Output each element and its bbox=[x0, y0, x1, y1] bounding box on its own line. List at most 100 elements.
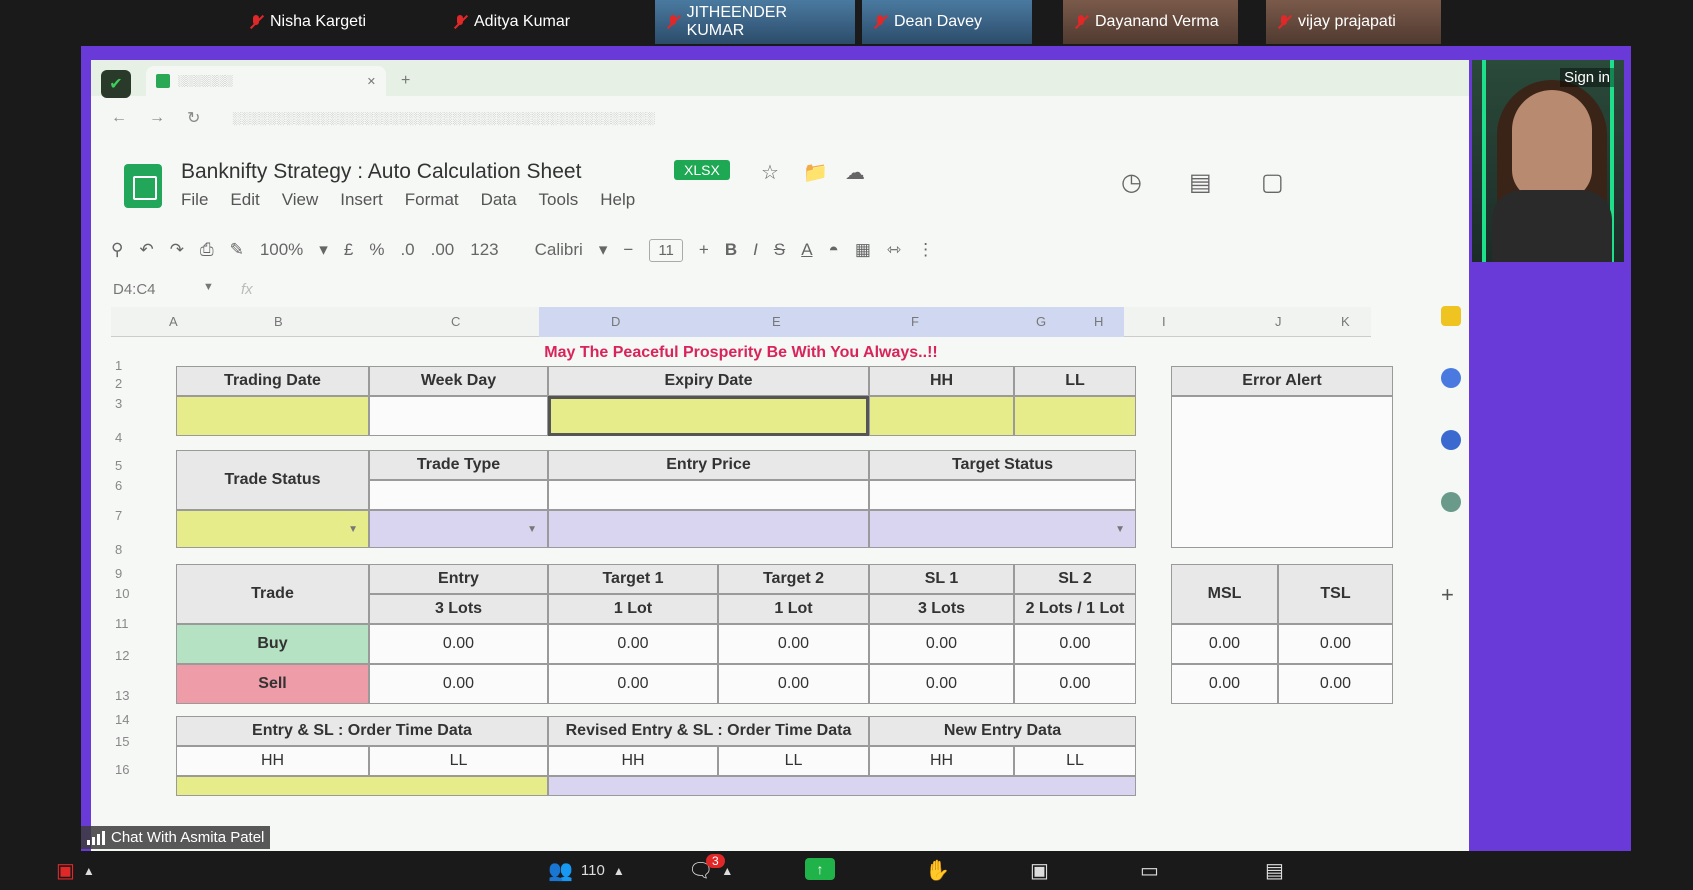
menu-file[interactable]: File bbox=[181, 190, 208, 210]
revised-input-row[interactable] bbox=[548, 776, 1136, 796]
presenter-video[interactable]: Sign in bbox=[1472, 60, 1624, 262]
buy-msl-value[interactable]: 0.00 bbox=[1171, 624, 1278, 664]
font-size-input[interactable]: 11 bbox=[649, 238, 683, 262]
security-shield-icon[interactable]: ✔ bbox=[101, 70, 131, 98]
column-header-i[interactable]: I bbox=[1162, 314, 1166, 329]
name-box[interactable]: D4:C4 bbox=[113, 281, 156, 298]
participant-tile[interactable]: vijay prajapati bbox=[1266, 0, 1441, 44]
strikethrough-icon[interactable]: S bbox=[774, 240, 785, 260]
sheets-logo-icon[interactable] bbox=[124, 164, 162, 208]
font-size-increase-icon[interactable]: + bbox=[699, 240, 709, 260]
row-header[interactable]: 3 bbox=[115, 396, 122, 411]
buy-tsl-value[interactable]: 0.00 bbox=[1278, 624, 1393, 664]
chat-button[interactable]: 🗨 3 ▲ bbox=[688, 854, 733, 883]
row-header[interactable]: 1 bbox=[115, 358, 122, 373]
sell-entry-value[interactable]: 0.00 bbox=[369, 664, 548, 704]
row-header[interactable]: 13 bbox=[115, 688, 129, 703]
decimal-decrease-icon[interactable]: .0 bbox=[400, 240, 414, 260]
text-color-icon[interactable]: A bbox=[801, 240, 812, 260]
row-header[interactable]: 2 bbox=[115, 376, 122, 391]
menu-data[interactable]: Data bbox=[481, 190, 517, 210]
notes-button[interactable]: ▤ bbox=[1265, 858, 1284, 883]
meet-icon[interactable]: ▢ bbox=[1261, 168, 1284, 197]
menu-tools[interactable]: Tools bbox=[539, 190, 579, 210]
tasks-icon[interactable] bbox=[1441, 368, 1461, 388]
history-icon[interactable]: ◷ bbox=[1121, 168, 1142, 197]
zoom-select[interactable]: 100% bbox=[260, 240, 303, 260]
percent-icon[interactable]: % bbox=[369, 240, 384, 260]
buy-entry-value[interactable]: 0.00 bbox=[369, 624, 548, 664]
row-header[interactable]: 4 bbox=[115, 430, 122, 445]
chevron-up-icon[interactable]: ▲ bbox=[83, 864, 95, 878]
more-icon[interactable]: ⋮ bbox=[917, 240, 934, 260]
column-header-f[interactable]: F bbox=[911, 314, 919, 329]
borders-icon[interactable]: ▦ bbox=[855, 240, 871, 260]
column-header-e[interactable]: E bbox=[772, 314, 781, 329]
target-status-dropdown[interactable]: ▼ bbox=[869, 510, 1136, 548]
document-title[interactable]: Banknifty Strategy : Auto Calculation Sh… bbox=[181, 160, 581, 184]
row-header[interactable]: 10 bbox=[115, 586, 129, 601]
comments-icon[interactable]: ▤ bbox=[1189, 168, 1212, 197]
trade-status-dropdown[interactable]: ▼ bbox=[176, 510, 369, 548]
participant-tile[interactable]: Aditya Kumar bbox=[452, 0, 570, 44]
menu-insert[interactable]: Insert bbox=[340, 190, 383, 210]
row-header[interactable]: 5 bbox=[115, 458, 122, 473]
move-folder-icon[interactable]: 📁 bbox=[803, 160, 828, 185]
trading-date-input[interactable] bbox=[176, 396, 369, 436]
participant-tile[interactable]: JITHEENDER KUMAR bbox=[655, 0, 855, 44]
italic-icon[interactable]: I bbox=[753, 240, 758, 260]
chevron-down-icon[interactable]: ▼ bbox=[1115, 524, 1125, 535]
row-header[interactable]: 8 bbox=[115, 542, 122, 557]
decimal-increase-icon[interactable]: .00 bbox=[431, 240, 455, 260]
star-icon[interactable]: ☆ bbox=[761, 160, 779, 185]
chevron-down-icon[interactable]: ▾ bbox=[599, 240, 608, 260]
chevron-up-icon[interactable]: ▲ bbox=[613, 864, 625, 878]
participants-button[interactable]: 👥 110 ▲ bbox=[548, 858, 625, 883]
row-header[interactable]: 11 bbox=[115, 616, 129, 631]
chat-label[interactable]: Chat With Asmita Patel bbox=[81, 826, 271, 849]
buy-target1-value[interactable]: 0.00 bbox=[548, 624, 718, 664]
browser-tab[interactable]: ░░░░░░░ ✕ bbox=[146, 66, 386, 96]
forward-icon[interactable]: → bbox=[149, 109, 165, 127]
column-header-k[interactable]: K bbox=[1341, 314, 1350, 329]
hh-input[interactable] bbox=[869, 396, 1014, 436]
row-header[interactable]: 9 bbox=[115, 566, 122, 581]
column-header-a[interactable]: A bbox=[169, 314, 178, 329]
paint-format-icon[interactable]: ✎ bbox=[230, 240, 244, 260]
order-input-row[interactable] bbox=[176, 776, 548, 796]
sell-target2-value[interactable]: 0.00 bbox=[718, 664, 869, 704]
undo-icon[interactable]: ↶ bbox=[139, 240, 153, 260]
ll-input[interactable] bbox=[1014, 396, 1136, 436]
sell-tsl-value[interactable]: 0.00 bbox=[1278, 664, 1393, 704]
menu-view[interactable]: View bbox=[282, 190, 319, 210]
reload-icon[interactable]: ↻ bbox=[187, 108, 200, 128]
url-field[interactable]: ░░░░░░░░░░░░░░░░░░░░░░░░░░░░░░░░░░░░░░░░… bbox=[232, 111, 655, 125]
menu-format[interactable]: Format bbox=[405, 190, 459, 210]
close-tab-icon[interactable]: ✕ bbox=[367, 75, 376, 88]
print-icon[interactable]: ⎙ bbox=[200, 240, 214, 260]
column-header-g[interactable]: G bbox=[1036, 314, 1046, 329]
back-icon[interactable]: ← bbox=[111, 109, 127, 127]
chevron-down-icon[interactable]: ▼ bbox=[527, 524, 537, 535]
font-size-decrease-icon[interactable]: − bbox=[623, 240, 633, 260]
buy-sl1-value[interactable]: 0.00 bbox=[869, 624, 1014, 664]
whiteboard-button[interactable]: ▭ bbox=[1140, 858, 1159, 883]
expiry-date-input[interactable] bbox=[548, 396, 869, 436]
font-select[interactable]: Calibri bbox=[535, 240, 583, 260]
new-tab-icon[interactable]: + bbox=[401, 72, 410, 90]
apps-button[interactable]: ▣ bbox=[1030, 858, 1049, 883]
row-header[interactable]: 12 bbox=[115, 648, 129, 663]
merge-cells-icon[interactable]: ⇿ bbox=[887, 240, 901, 260]
column-header-j[interactable]: J bbox=[1275, 314, 1282, 329]
column-header-d[interactable]: D bbox=[611, 314, 620, 329]
row-header[interactable]: 6 bbox=[115, 478, 122, 493]
sign-in-link[interactable]: Sign in bbox=[1560, 68, 1614, 87]
currency-icon[interactable]: £ bbox=[344, 240, 353, 260]
row-header[interactable]: 14 bbox=[115, 712, 129, 727]
buy-sl2-value[interactable]: 0.00 bbox=[1014, 624, 1136, 664]
contacts-icon[interactable] bbox=[1441, 430, 1461, 450]
chevron-down-icon[interactable]: ▼ bbox=[203, 281, 214, 293]
column-header-c[interactable]: C bbox=[451, 314, 460, 329]
chevron-down-icon[interactable]: ▾ bbox=[319, 240, 328, 260]
add-addon-icon[interactable]: + bbox=[1441, 582, 1461, 607]
